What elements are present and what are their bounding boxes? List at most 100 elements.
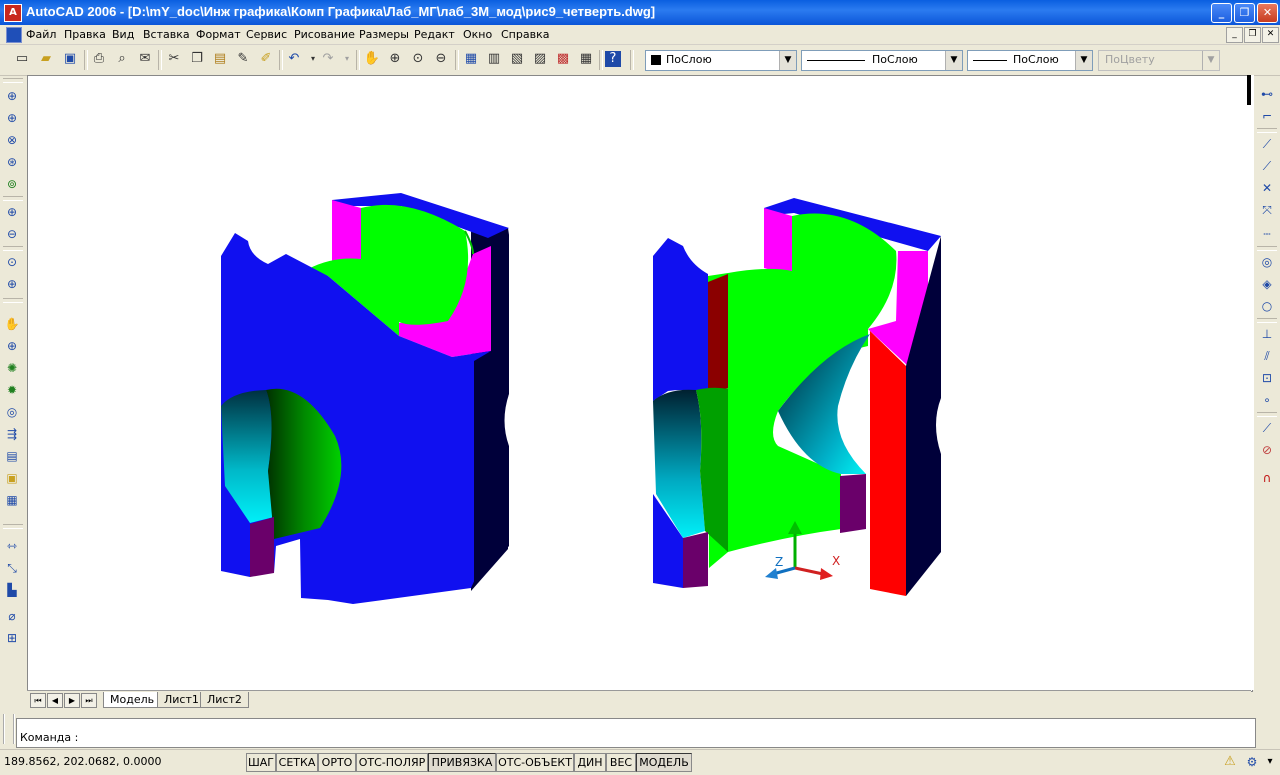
design-center-icon[interactable]: ▥ [484, 49, 504, 69]
zoom-all-icon[interactable]: ⊙ [2, 252, 22, 272]
publish-icon[interactable]: ✉ [135, 49, 155, 69]
otrack-toggle[interactable]: ОТС-ОБЪЕКТ [496, 753, 574, 772]
help-icon[interactable]: ? [605, 51, 621, 67]
paste-icon[interactable]: ▤ [210, 49, 230, 69]
print-icon[interactable]: ⎙ [89, 49, 109, 69]
lwt-toggle[interactable]: ВЕС [606, 753, 636, 772]
radius-dimension-icon[interactable]: ⌀ [2, 606, 22, 626]
snap-toggle[interactable]: ШАГ [246, 753, 276, 772]
menu-file[interactable]: Файл [26, 28, 56, 41]
coordinate-readout[interactable]: 189.8562, 202.0682, 0.0000 [4, 755, 161, 768]
menu-format[interactable]: Формат [196, 28, 241, 41]
command-grip[interactable] [3, 714, 15, 744]
close-button[interactable]: ✕ [1257, 3, 1278, 23]
properties-icon[interactable]: ▦ [461, 49, 481, 69]
status-menu-icon[interactable]: ▾ [1264, 754, 1276, 770]
tab-model[interactable]: Модель [103, 692, 162, 708]
sheet-set-icon[interactable]: ▨ [530, 49, 550, 69]
front-clip-icon[interactable]: ▣ [2, 468, 22, 488]
snap-none-icon[interactable]: ⊘ [1257, 440, 1277, 460]
linetype-combo[interactable]: ПоСлою ▼ [801, 50, 963, 71]
snap-quadrant-icon[interactable]: ◈ [1257, 274, 1277, 294]
snap-insert-icon[interactable]: ⊡ [1257, 368, 1277, 388]
chevron-down-icon[interactable]: ▼ [945, 51, 962, 70]
grid-toggle[interactable]: СЕТКА [276, 753, 318, 772]
cut-icon[interactable]: ✂ [164, 49, 184, 69]
snap-apparent-intersection-icon[interactable]: ✕ [1257, 178, 1277, 198]
zoom-in-icon[interactable]: ⊕ [2, 202, 22, 222]
tray-settings-icon[interactable]: ⚙ [1244, 754, 1260, 770]
menu-modify[interactable]: Редакт [414, 28, 455, 41]
minimize-button[interactable]: _ [1211, 3, 1232, 23]
markup-icon[interactable]: ▩ [553, 49, 573, 69]
3d-pan-icon[interactable]: ✋ [2, 314, 22, 334]
lineweight-combo[interactable]: ПоСлою ▼ [967, 50, 1093, 71]
snap-extension-icon[interactable]: ⌐ [1257, 106, 1277, 126]
zoom-extents-icon[interactable]: ⊕ [2, 274, 22, 294]
last-tab-icon[interactable]: ⏭ [81, 693, 97, 708]
menu-edit[interactable]: Правка [64, 28, 106, 41]
quick-dimension-icon[interactable]: ⊞ [2, 628, 22, 648]
menu-insert[interactable]: Вставка [143, 28, 190, 41]
model-toggle[interactable]: МОДЕЛЬ [636, 753, 692, 772]
linear-dimension-icon[interactable]: ⇿ [2, 536, 22, 556]
snap-nearest-line-icon[interactable]: ┄ [1257, 224, 1277, 244]
tab-layout2[interactable]: Лист2 [200, 692, 249, 708]
chevron-down-icon[interactable]: ▼ [779, 51, 796, 70]
zoom-realtime-icon[interactable]: ⊕ [385, 49, 405, 69]
snap-node-icon[interactable]: ∘ [1257, 390, 1277, 410]
document-icon[interactable] [6, 27, 22, 43]
aligned-dimension-icon[interactable]: ⤡ [2, 558, 22, 578]
tab-layout1[interactable]: Лист1 [157, 692, 206, 708]
redo-dropdown-icon[interactable]: ▾ [337, 49, 357, 69]
maximize-button[interactable]: ❐ [1234, 3, 1255, 23]
print-preview-icon[interactable]: ⌕ [112, 49, 132, 69]
osnap-toggle[interactable]: ПРИВЯЗКА [428, 753, 496, 772]
doc-restore-button[interactable]: ❐ [1244, 27, 1261, 43]
menu-dimension[interactable]: Размеры [359, 28, 409, 41]
redo-icon[interactable]: ↷ [318, 49, 338, 69]
snap-perpendicular-icon[interactable]: ⊥ [1257, 324, 1277, 344]
calculator-icon[interactable]: ▦ [576, 49, 596, 69]
snap-center-icon[interactable]: ◎ [1257, 252, 1277, 272]
3d-clip-icon[interactable]: ▤ [2, 446, 22, 466]
tool-palettes-icon[interactable]: ▧ [507, 49, 527, 69]
open-folder-icon[interactable]: ▰ [36, 49, 56, 69]
zoom-window-icon[interactable]: ⊕ [2, 86, 22, 106]
snap-parallel-icon[interactable]: ⫽ [1257, 346, 1277, 366]
dyn-toggle[interactable]: ДИН [574, 753, 606, 772]
3d-distance-icon[interactable]: ⇶ [2, 424, 22, 444]
save-icon[interactable]: ▣ [60, 49, 80, 69]
drawing-canvas[interactable]: Z X [27, 75, 1253, 692]
communication-center-icon[interactable]: ⚠ [1222, 754, 1238, 770]
block-editor-icon[interactable]: ✐ [256, 49, 276, 69]
zoom-out-icon[interactable]: ⊖ [2, 224, 22, 244]
3d-orbit-icon[interactable]: ✺ [2, 358, 22, 378]
zoom-center-icon[interactable]: ⊛ [2, 152, 22, 172]
osnap-settings-icon[interactable]: ∩ [1257, 468, 1277, 488]
zoom-dynamic-icon[interactable]: ⊕ [2, 108, 22, 128]
autocad-logo-icon[interactable]: A [4, 4, 22, 22]
snap-endpoint-icon[interactable]: ⊷ [1257, 84, 1277, 104]
doc-close-button[interactable]: ✕ [1262, 27, 1279, 43]
back-clip-icon[interactable]: ▦ [2, 490, 22, 510]
menu-tools[interactable]: Сервис [246, 28, 287, 41]
undo-icon[interactable]: ↶ [284, 49, 304, 69]
snap-extension-point-icon[interactable]: ⤧ [1257, 200, 1277, 220]
command-line[interactable]: Команда : [16, 718, 1256, 748]
3d-continuous-orbit-icon[interactable]: ✹ [2, 380, 22, 400]
snap-nearest-icon[interactable]: ⟋ [1257, 418, 1277, 438]
3d-swivel-icon[interactable]: ◎ [2, 402, 22, 422]
solid-right[interactable] [653, 198, 941, 596]
model-viewport[interactable]: Z X [28, 76, 1252, 691]
match-properties-icon[interactable]: ✎ [233, 49, 253, 69]
chevron-down-icon[interactable]: ▼ [1075, 51, 1092, 70]
first-tab-icon[interactable]: ⏮ [30, 693, 46, 708]
pan-icon[interactable]: ✋ [362, 49, 382, 69]
doc-minimize-button[interactable]: _ [1226, 27, 1243, 43]
menu-window[interactable]: Окно [463, 28, 492, 41]
menu-help[interactable]: Справка [501, 28, 549, 41]
3d-zoom-icon[interactable]: ⊕ [2, 336, 22, 356]
new-file-icon[interactable]: ▭ [12, 49, 32, 69]
snap-intersection-icon[interactable]: ⟋ [1257, 156, 1277, 176]
